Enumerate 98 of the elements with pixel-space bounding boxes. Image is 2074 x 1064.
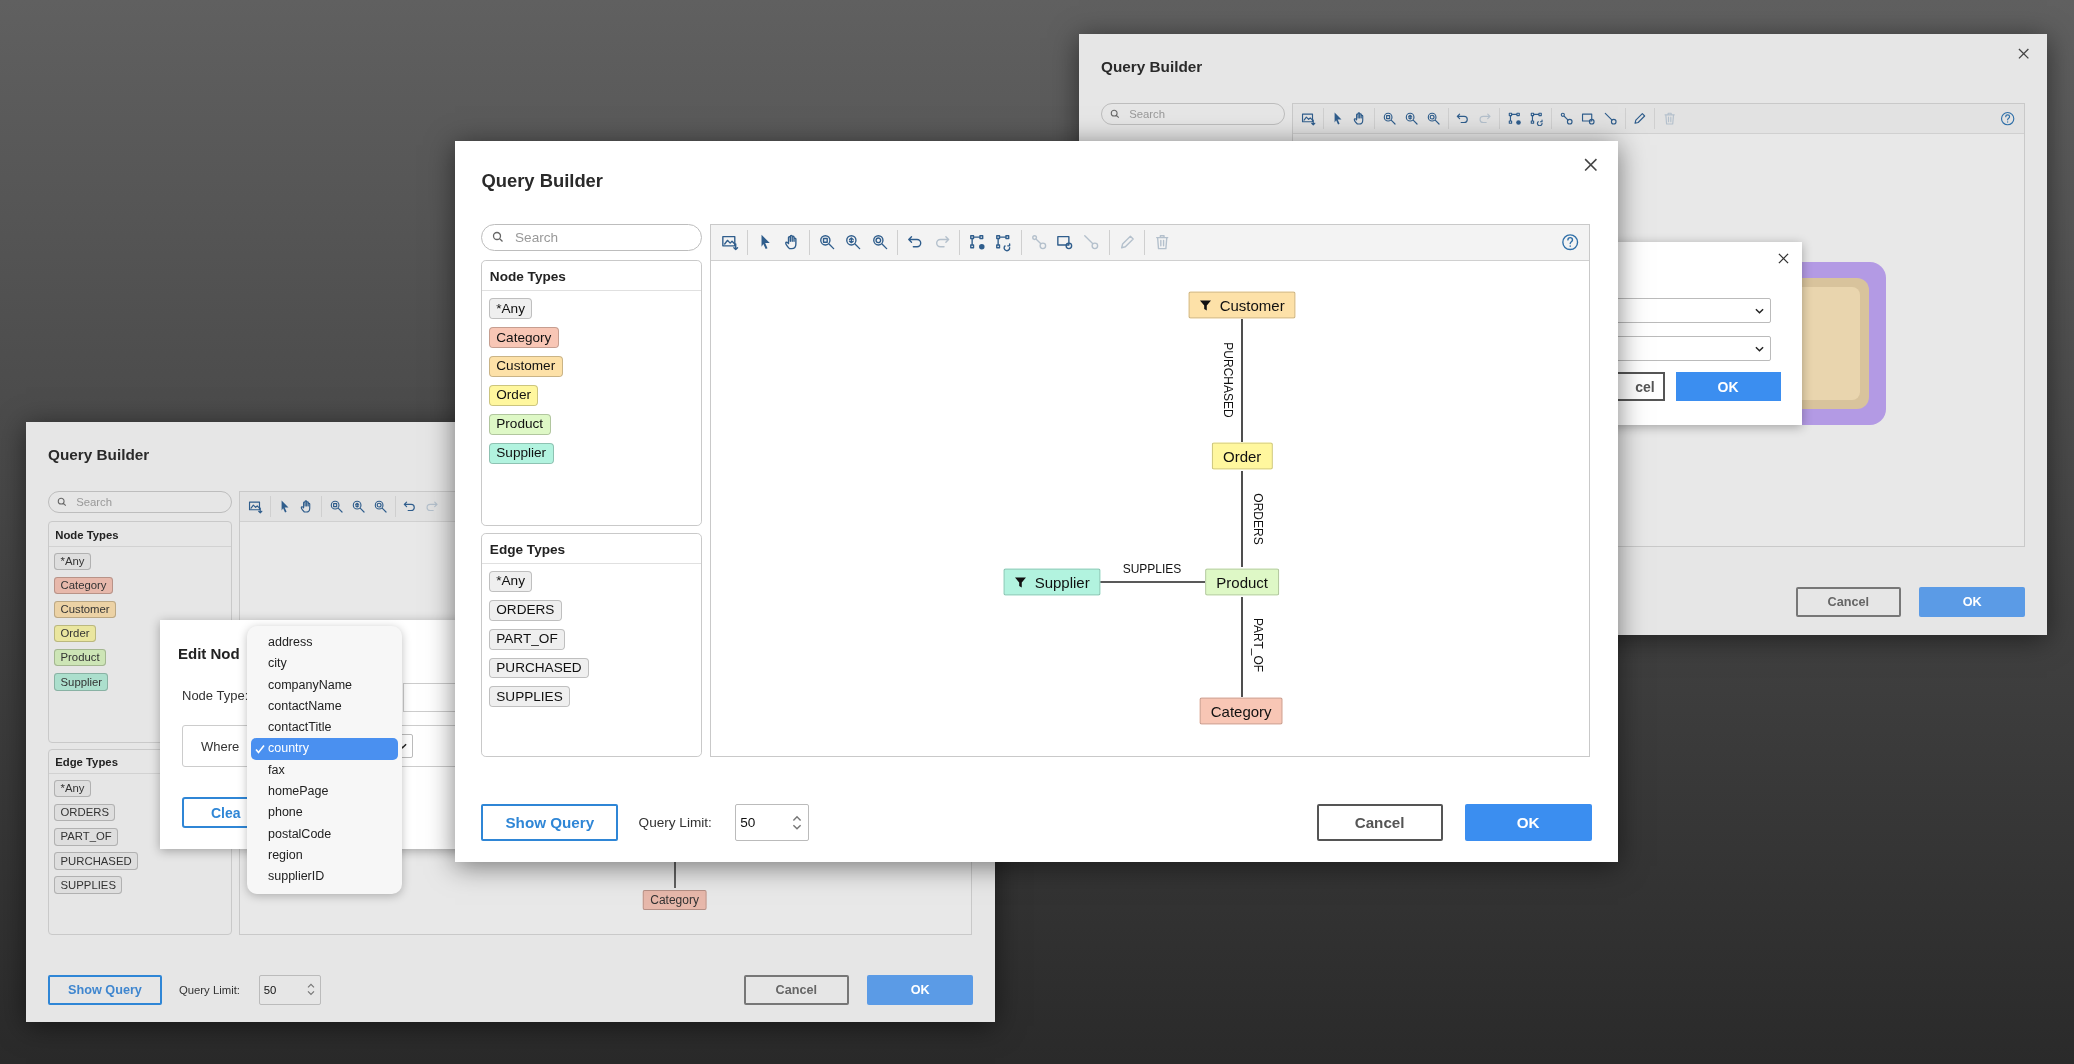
panel-heading: Node Types — [482, 261, 702, 291]
node-type-tag[interactable]: Customer — [54, 600, 116, 619]
menu-option[interactable]: region — [251, 844, 398, 867]
query-limit-label: Query Limit: — [178, 983, 240, 996]
chevron-icon — [1754, 345, 1764, 352]
menu-option[interactable]: supplierID — [251, 866, 398, 888]
search-field[interactable]: Search — [48, 491, 232, 514]
node-type-tag[interactable]: Category — [54, 576, 113, 595]
query-limit-field[interactable]: 50 — [259, 974, 321, 1006]
close-icon[interactable] — [1777, 253, 1789, 265]
node-type-tag[interactable]: *Any — [54, 552, 91, 571]
graph-node[interactable]: Order — [1212, 442, 1273, 470]
check-icon — [255, 744, 265, 755]
chevron-icon — [1754, 307, 1764, 314]
zoom-icon[interactable] — [372, 499, 389, 515]
search-field[interactable]: Search — [1101, 103, 1285, 126]
graph-node[interactable]: Customer — [1188, 291, 1296, 319]
query-limit-label: Query Limit: — [638, 815, 712, 831]
edge-type-tag[interactable]: SUPPLIES — [488, 686, 571, 708]
graph-node[interactable]: Category — [642, 890, 707, 911]
window-title: Query Builder — [481, 169, 603, 192]
edge-type-tag[interactable]: PART_OF — [54, 828, 118, 846]
filter-icon — [1014, 576, 1027, 589]
image-icon[interactable] — [247, 499, 263, 515]
menu-option[interactable]: fax — [251, 759, 398, 782]
node-type-tag[interactable]: *Any — [488, 297, 533, 319]
search-icon — [56, 497, 67, 508]
node-type-tag[interactable]: Order — [54, 624, 96, 643]
panel-heading: Node Types — [49, 522, 231, 547]
edge-type-tag[interactable]: *Any — [488, 570, 533, 592]
zoom-icon[interactable] — [870, 233, 890, 252]
menu-option[interactable]: address — [251, 632, 398, 654]
menu-option[interactable]: contactName — [251, 695, 398, 718]
graph-node[interactable]: Supplier — [1003, 568, 1101, 596]
menu-option[interactable]: contactTitle — [251, 717, 398, 739]
close-icon[interactable] — [1583, 157, 1598, 172]
edge-label: ORDERS — [1251, 493, 1265, 545]
window-title: Query Builder — [48, 445, 150, 465]
edge-label: SUPPLIES — [1122, 562, 1182, 577]
help-icon[interactable] — [2000, 111, 2016, 127]
window-title: Query Builder — [1101, 57, 1203, 77]
help-icon[interactable] — [1561, 233, 1580, 252]
image-icon[interactable] — [1300, 111, 1316, 127]
menu-option[interactable]: city — [251, 653, 398, 675]
menu-option[interactable]: companyName — [251, 674, 398, 696]
edge-type-tag[interactable]: ORDERS — [488, 599, 562, 621]
link-icon[interactable] — [1558, 111, 1575, 127]
spinner-icon[interactable] — [791, 813, 804, 832]
edge-type-tag[interactable]: PURCHASED — [488, 657, 590, 679]
node-type-tag[interactable]: Product — [488, 413, 551, 435]
filter-icon — [1199, 299, 1212, 312]
node-type-label: Node Type: — [182, 688, 249, 703]
box-icon[interactable] — [1580, 111, 1596, 127]
edge-type-tag[interactable]: PART_OF — [488, 628, 566, 650]
box-icon[interactable] — [1056, 233, 1075, 252]
nodes-icon[interactable] — [1529, 111, 1545, 127]
node-type-tag[interactable]: Category — [488, 326, 559, 348]
node-type-tag[interactable]: Product — [54, 649, 106, 667]
edge-type-tag[interactable]: SUPPLIES — [54, 876, 123, 894]
search-field[interactable]: Search — [481, 224, 703, 251]
node-type-tag[interactable]: Supplier — [54, 673, 109, 691]
nodes-icon[interactable] — [1507, 111, 1523, 127]
zoom-icon[interactable] — [1403, 111, 1420, 127]
edge-label: PART_OF — [1251, 618, 1265, 673]
query-limit-field[interactable]: 50 — [735, 804, 809, 841]
edge-type-tag[interactable]: PURCHASED — [54, 852, 138, 870]
panel-heading: Edge Types — [482, 533, 702, 564]
show-query-button[interactable]: Show Query — [481, 804, 619, 841]
node-type-tag[interactable]: Supplier — [488, 442, 554, 464]
node-type-tag[interactable]: Order — [488, 384, 539, 406]
search-icon — [491, 231, 504, 244]
nodes-icon[interactable] — [967, 233, 987, 252]
zoom-icon[interactable] — [328, 499, 345, 515]
dialog-title: Edit Nod — [178, 645, 240, 662]
edge-label: PURCHASED — [1221, 342, 1235, 418]
menu-option[interactable]: postalCode — [251, 823, 398, 845]
close-icon[interactable] — [2018, 48, 2030, 60]
node-type-tag[interactable]: Customer — [488, 355, 563, 377]
nodes-icon[interactable] — [994, 233, 1013, 252]
search-icon — [1109, 109, 1120, 120]
zoom-icon[interactable] — [350, 499, 367, 515]
menu-option[interactable]: homePage — [251, 781, 398, 803]
cancel-button[interactable]: Cancel — [1316, 804, 1443, 841]
graph-node[interactable]: Category — [1199, 697, 1283, 725]
menu-option[interactable]: phone — [251, 802, 398, 824]
image-icon[interactable] — [720, 233, 740, 252]
cancel-button[interactable]: Cancel — [1795, 586, 1901, 617]
edge-type-tag[interactable]: *Any — [54, 779, 91, 798]
zoom-icon[interactable] — [1381, 111, 1398, 127]
graph-node[interactable]: Product — [1205, 568, 1280, 596]
pencil-icon[interactable] — [1632, 111, 1648, 127]
connector-icon[interactable] — [1602, 111, 1618, 127]
spinner-icon[interactable] — [306, 982, 316, 998]
cancel-button[interactable]: Cancel — [743, 974, 849, 1005]
zoom-icon[interactable] — [817, 233, 837, 252]
zoom-icon[interactable] — [1425, 111, 1442, 127]
edge-type-tag[interactable]: ORDERS — [54, 803, 116, 822]
zoom-icon[interactable] — [844, 233, 863, 252]
